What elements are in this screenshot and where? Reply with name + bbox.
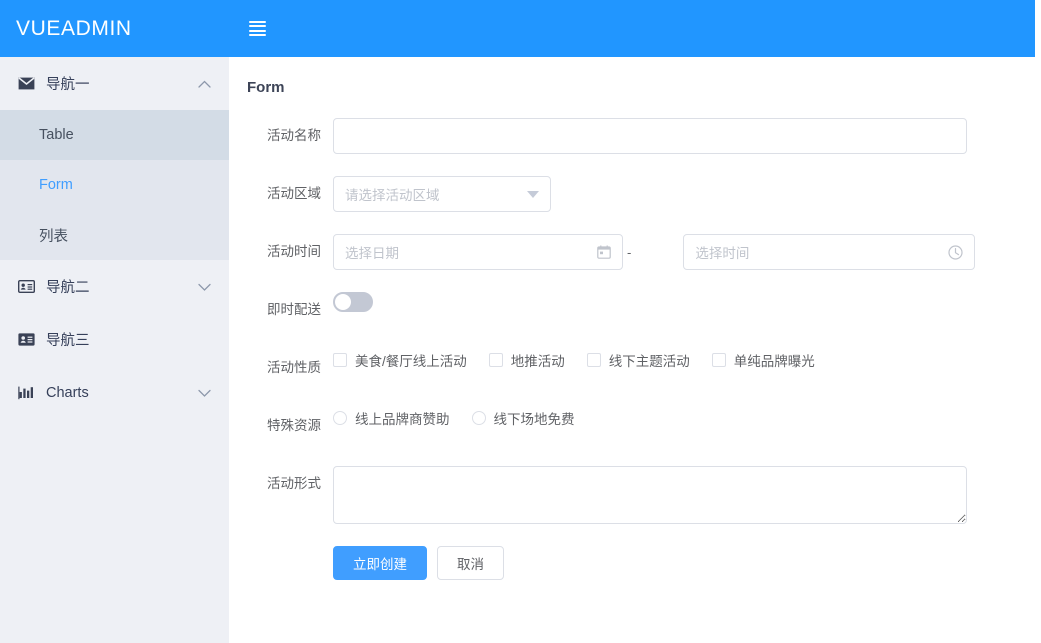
sidebar-group-nav-one: 导航一 Table Form 列表 <box>0 57 229 260</box>
label-activity-region: 活动区域 <box>267 186 321 201</box>
label-instant-delivery: 即时配送 <box>267 302 321 317</box>
checkbox-label: 单纯品牌曝光 <box>733 354 815 369</box>
label-activity-format: 活动形式 <box>267 476 321 491</box>
form-row-actions: 立即创建 取消 <box>247 546 1041 580</box>
cancel-button[interactable]: 取消 <box>437 546 504 580</box>
checkbox-box <box>333 353 347 367</box>
clock-icon <box>948 244 963 260</box>
sidebar-item-label: Charts <box>46 384 89 401</box>
label-special-resource: 特殊资源 <box>267 418 321 433</box>
activity-time-picker[interactable]: 选择时间 <box>683 234 976 270</box>
id-card-outline-icon <box>16 277 36 297</box>
form-row-delivery: 即时配送 <box>247 292 1041 328</box>
checkbox-label: 美食/餐厅线上活动 <box>355 354 467 369</box>
checkbox-box <box>711 353 726 367</box>
sidebar: VUEADMIN 导航一 Table Form 列表 导航二 导航三 Chart… <box>0 0 229 643</box>
chevron-down-icon <box>197 280 211 294</box>
form-row-resource: 特殊资源 线上品牌商赞助 线下场地免费 <box>247 408 1041 444</box>
radio-resource-1[interactable]: 线下场地免费 <box>471 408 575 428</box>
checkbox-nature-0[interactable]: 美食/餐厅线上活动 <box>333 350 467 370</box>
checkbox-label: 线下主题活动 <box>608 354 690 369</box>
page-title: Form <box>247 79 285 96</box>
sidebar-item-label: 导航二 <box>46 280 90 296</box>
checkbox-label: 地推活动 <box>510 354 565 369</box>
checkbox-nature-2[interactable]: 线下主题活动 <box>586 350 690 370</box>
form-row-format: 活动形式 <box>247 466 1041 524</box>
activity-date-picker[interactable]: 选择日期 <box>333 234 623 270</box>
sidebar-subitem-label: 列表 <box>39 228 68 245</box>
activity-time-placeholder: 选择时间 <box>695 246 750 261</box>
sidebar-item-form[interactable]: Form <box>0 160 229 210</box>
activity-name-input[interactable] <box>333 118 967 154</box>
label-activity-time: 活动时间 <box>267 244 321 259</box>
radio-label: 线上品牌商赞助 <box>355 412 450 427</box>
special-resource-radio-group: 线上品牌商赞助 线下场地免费 <box>333 408 597 428</box>
content-panel: Form 活动名称 活动区域 请选择活动区域 活动时间 选择日期 - 选择时间 … <box>229 57 1041 580</box>
sidebar-item-list[interactable]: 列表 <box>0 210 229 260</box>
form-row-name: 活动名称 <box>247 118 1041 154</box>
form-row-nature: 活动性质 美食/餐厅线上活动 地推活动 线下主题活动 单纯品牌曝光 <box>247 350 1041 386</box>
sidebar-group-nav-two: 导航二 <box>0 260 229 313</box>
topbar <box>229 0 1035 57</box>
radio-label: 线下场地免费 <box>493 412 575 427</box>
caret-down-icon <box>527 190 539 198</box>
chevron-placeholder <box>197 333 211 347</box>
sidebar-item-nav-one[interactable]: 导航一 <box>0 57 229 110</box>
radio-box <box>471 411 486 425</box>
checkbox-nature-1[interactable]: 地推活动 <box>488 350 565 370</box>
label-activity-name: 活动名称 <box>267 128 321 143</box>
app-root: VUEADMIN 导航一 Table Form 列表 导航二 导航三 Chart… <box>0 0 1041 643</box>
sidebar-submenu-nav-one: Table Form 列表 <box>0 110 229 260</box>
chevron-down-icon <box>197 386 211 400</box>
sidebar-subitem-label: Table <box>39 127 74 143</box>
sidebar-group-nav-three: 导航三 <box>0 313 229 366</box>
instant-delivery-switch[interactable] <box>333 292 373 312</box>
brand-title: VUEADMIN <box>16 16 132 40</box>
chevron-up-icon <box>197 77 211 91</box>
hamburger-line <box>249 21 266 23</box>
create-button[interactable]: 立即创建 <box>333 546 427 580</box>
activity-form: 活动名称 活动区域 请选择活动区域 活动时间 选择日期 - 选择时间 即时配送 … <box>247 118 1041 580</box>
activity-format-textarea[interactable] <box>333 466 967 524</box>
radio-resource-0[interactable]: 线上品牌商赞助 <box>333 408 450 428</box>
label-activity-nature: 活动性质 <box>267 360 321 375</box>
time-range-separator: - <box>627 244 632 260</box>
sidebar-item-label: 导航三 <box>46 333 90 349</box>
sidebar-item-label: 导航一 <box>46 77 90 93</box>
checkbox-nature-3[interactable]: 单纯品牌曝光 <box>711 350 815 370</box>
activity-date-placeholder: 选择日期 <box>345 246 399 261</box>
brand-logo[interactable]: VUEADMIN <box>0 0 229 57</box>
bar-chart-icon <box>16 383 36 403</box>
sidebar-item-nav-three[interactable]: 导航三 <box>0 313 229 366</box>
sidebar-item-charts[interactable]: Charts <box>0 366 229 419</box>
checkbox-box <box>488 353 503 367</box>
hamburger-icon[interactable] <box>249 21 266 36</box>
id-card-filled-icon <box>16 330 36 350</box>
hamburger-line <box>249 29 266 32</box>
sidebar-subitem-label: Form <box>39 177 73 193</box>
main-area: Form 活动名称 活动区域 请选择活动区域 活动时间 选择日期 - 选择时间 … <box>229 0 1041 643</box>
sidebar-item-nav-two[interactable]: 导航二 <box>0 260 229 313</box>
form-row-time: 活动时间 选择日期 - 选择时间 <box>247 234 1041 270</box>
envelope-icon <box>16 74 36 94</box>
form-row-region: 活动区域 请选择活动区域 <box>247 176 1041 212</box>
calendar-icon <box>597 245 611 259</box>
hamburger-line <box>249 25 266 28</box>
sidebar-item-table[interactable]: Table <box>0 110 229 160</box>
sidebar-group-charts: Charts <box>0 366 229 419</box>
activity-nature-checkbox-group: 美食/餐厅线上活动 地推活动 线下主题活动 单纯品牌曝光 <box>333 350 837 370</box>
switch-knob <box>335 294 351 310</box>
checkbox-box <box>586 353 601 367</box>
radio-box <box>333 411 347 425</box>
hamburger-line <box>249 33 266 36</box>
activity-region-select[interactable]: 请选择活动区域 <box>333 176 551 212</box>
activity-region-placeholder: 请选择活动区域 <box>345 188 440 203</box>
